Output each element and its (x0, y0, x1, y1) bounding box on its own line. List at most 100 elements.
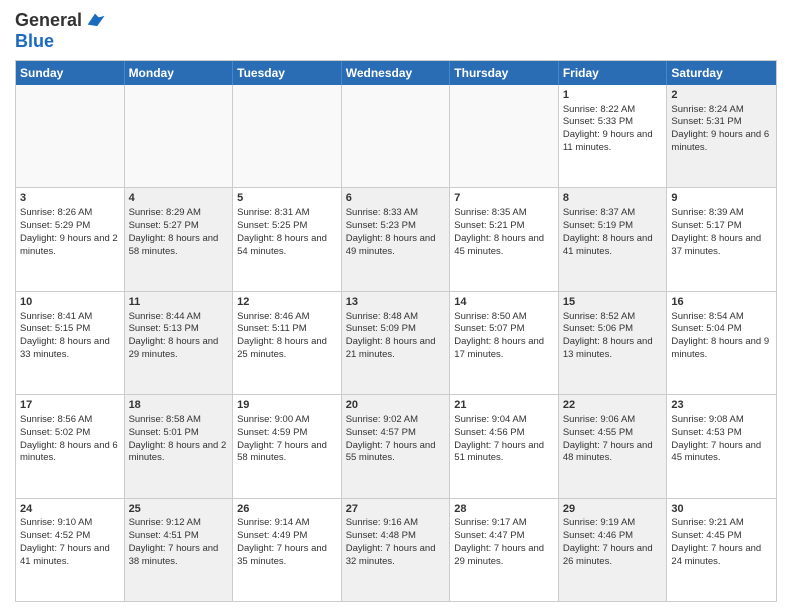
weekday-header: Monday (125, 61, 234, 85)
day-info: Daylight: 7 hours and 26 minutes. (563, 543, 663, 569)
day-info: Daylight: 7 hours and 45 minutes. (671, 440, 772, 466)
day-number: 15 (563, 295, 663, 310)
day-info: Sunrise: 9:00 AM (237, 414, 337, 427)
day-info: Sunset: 4:57 PM (346, 427, 446, 440)
day-info: Sunrise: 8:33 AM (346, 207, 446, 220)
calendar-cell: 17Sunrise: 8:56 AMSunset: 5:02 PMDayligh… (16, 395, 125, 497)
day-info: Sunrise: 8:54 AM (671, 311, 772, 324)
day-info: Sunset: 5:06 PM (563, 323, 663, 336)
day-info: Sunset: 4:45 PM (671, 530, 772, 543)
day-info: Sunrise: 9:21 AM (671, 517, 772, 530)
day-info: Sunrise: 9:10 AM (20, 517, 120, 530)
day-info: Sunset: 5:33 PM (563, 116, 663, 129)
day-number: 1 (563, 88, 663, 103)
day-info: Daylight: 8 hours and 58 minutes. (129, 233, 229, 259)
day-info: Sunrise: 8:41 AM (20, 311, 120, 324)
day-info: Sunset: 5:11 PM (237, 323, 337, 336)
calendar-row: 17Sunrise: 8:56 AMSunset: 5:02 PMDayligh… (16, 395, 776, 498)
day-number: 26 (237, 502, 337, 517)
calendar-row: 24Sunrise: 9:10 AMSunset: 4:52 PMDayligh… (16, 499, 776, 601)
day-info: Daylight: 7 hours and 32 minutes. (346, 543, 446, 569)
day-info: Daylight: 7 hours and 48 minutes. (563, 440, 663, 466)
day-number: 28 (454, 502, 554, 517)
day-info: Daylight: 7 hours and 58 minutes. (237, 440, 337, 466)
day-info: Sunset: 4:49 PM (237, 530, 337, 543)
day-number: 5 (237, 191, 337, 206)
calendar-cell: 23Sunrise: 9:08 AMSunset: 4:53 PMDayligh… (667, 395, 776, 497)
day-info: Daylight: 8 hours and 54 minutes. (237, 233, 337, 259)
day-info: Sunrise: 8:58 AM (129, 414, 229, 427)
day-number: 6 (346, 191, 446, 206)
day-info: Sunset: 5:29 PM (20, 220, 120, 233)
day-info: Sunset: 4:46 PM (563, 530, 663, 543)
day-info: Daylight: 9 hours and 6 minutes. (671, 129, 772, 155)
day-info: Daylight: 7 hours and 35 minutes. (237, 543, 337, 569)
day-info: Daylight: 8 hours and 49 minutes. (346, 233, 446, 259)
day-number: 30 (671, 502, 772, 517)
calendar-cell: 4Sunrise: 8:29 AMSunset: 5:27 PMDaylight… (125, 188, 234, 290)
day-number: 11 (129, 295, 229, 310)
day-info: Sunset: 5:02 PM (20, 427, 120, 440)
calendar-row: 3Sunrise: 8:26 AMSunset: 5:29 PMDaylight… (16, 188, 776, 291)
calendar-cell: 13Sunrise: 8:48 AMSunset: 5:09 PMDayligh… (342, 292, 451, 394)
day-info: Sunset: 5:15 PM (20, 323, 120, 336)
day-info: Sunrise: 8:50 AM (454, 311, 554, 324)
day-info: Sunset: 4:59 PM (237, 427, 337, 440)
page: General Blue SundayMondayTuesdayWednesda… (0, 0, 792, 612)
day-info: Sunset: 5:23 PM (346, 220, 446, 233)
day-number: 16 (671, 295, 772, 310)
day-info: Sunrise: 8:46 AM (237, 311, 337, 324)
day-info: Daylight: 7 hours and 38 minutes. (129, 543, 229, 569)
day-info: Sunset: 5:04 PM (671, 323, 772, 336)
day-info: Sunset: 5:07 PM (454, 323, 554, 336)
day-number: 17 (20, 398, 120, 413)
day-info: Sunset: 5:19 PM (563, 220, 663, 233)
calendar-cell: 21Sunrise: 9:04 AMSunset: 4:56 PMDayligh… (450, 395, 559, 497)
calendar-cell: 11Sunrise: 8:44 AMSunset: 5:13 PMDayligh… (125, 292, 234, 394)
day-number: 4 (129, 191, 229, 206)
day-number: 9 (671, 191, 772, 206)
day-info: Sunset: 4:53 PM (671, 427, 772, 440)
day-info: Sunrise: 8:56 AM (20, 414, 120, 427)
calendar-cell (450, 85, 559, 187)
day-number: 23 (671, 398, 772, 413)
day-info: Sunset: 5:25 PM (237, 220, 337, 233)
day-info: Sunrise: 9:19 AM (563, 517, 663, 530)
day-info: Sunset: 4:51 PM (129, 530, 229, 543)
day-info: Sunrise: 9:14 AM (237, 517, 337, 530)
day-number: 21 (454, 398, 554, 413)
day-number: 10 (20, 295, 120, 310)
day-info: Daylight: 8 hours and 41 minutes. (563, 233, 663, 259)
calendar-cell: 10Sunrise: 8:41 AMSunset: 5:15 PMDayligh… (16, 292, 125, 394)
day-info: Sunrise: 8:24 AM (671, 104, 772, 117)
weekday-header: Saturday (667, 61, 776, 85)
calendar-cell: 5Sunrise: 8:31 AMSunset: 5:25 PMDaylight… (233, 188, 342, 290)
day-info: Daylight: 8 hours and 6 minutes. (20, 440, 120, 466)
day-info: Sunrise: 9:17 AM (454, 517, 554, 530)
day-info: Sunset: 4:55 PM (563, 427, 663, 440)
day-info: Sunrise: 9:02 AM (346, 414, 446, 427)
calendar-body: 1Sunrise: 8:22 AMSunset: 5:33 PM Daylight… (16, 85, 776, 601)
day-info: Sunrise: 9:06 AM (563, 414, 663, 427)
calendar-cell: 6Sunrise: 8:33 AMSunset: 5:23 PMDaylight… (342, 188, 451, 290)
day-number: 12 (237, 295, 337, 310)
day-info: Sunrise: 8:22 AM (563, 104, 663, 117)
day-info: Sunset: 5:31 PM (671, 116, 772, 129)
day-info: Daylight: 9 hours and 2 minutes. (20, 233, 120, 259)
day-number: 2 (671, 88, 772, 103)
day-info: Sunset: 5:13 PM (129, 323, 229, 336)
day-info: Sunset: 5:21 PM (454, 220, 554, 233)
day-info: Sunset: 4:47 PM (454, 530, 554, 543)
day-info: Daylight: 7 hours and 41 minutes. (20, 543, 120, 569)
header: General Blue (15, 10, 777, 52)
day-info: Sunrise: 8:37 AM (563, 207, 663, 220)
calendar-cell: 14Sunrise: 8:50 AMSunset: 5:07 PMDayligh… (450, 292, 559, 394)
calendar-cell (342, 85, 451, 187)
day-number: 18 (129, 398, 229, 413)
day-info: Sunrise: 8:48 AM (346, 311, 446, 324)
day-info: Sunrise: 8:26 AM (20, 207, 120, 220)
logo-general: General (15, 11, 82, 31)
calendar-cell: 28Sunrise: 9:17 AMSunset: 4:47 PMDayligh… (450, 499, 559, 601)
day-info: Sunset: 5:01 PM (129, 427, 229, 440)
day-info: Sunset: 5:27 PM (129, 220, 229, 233)
